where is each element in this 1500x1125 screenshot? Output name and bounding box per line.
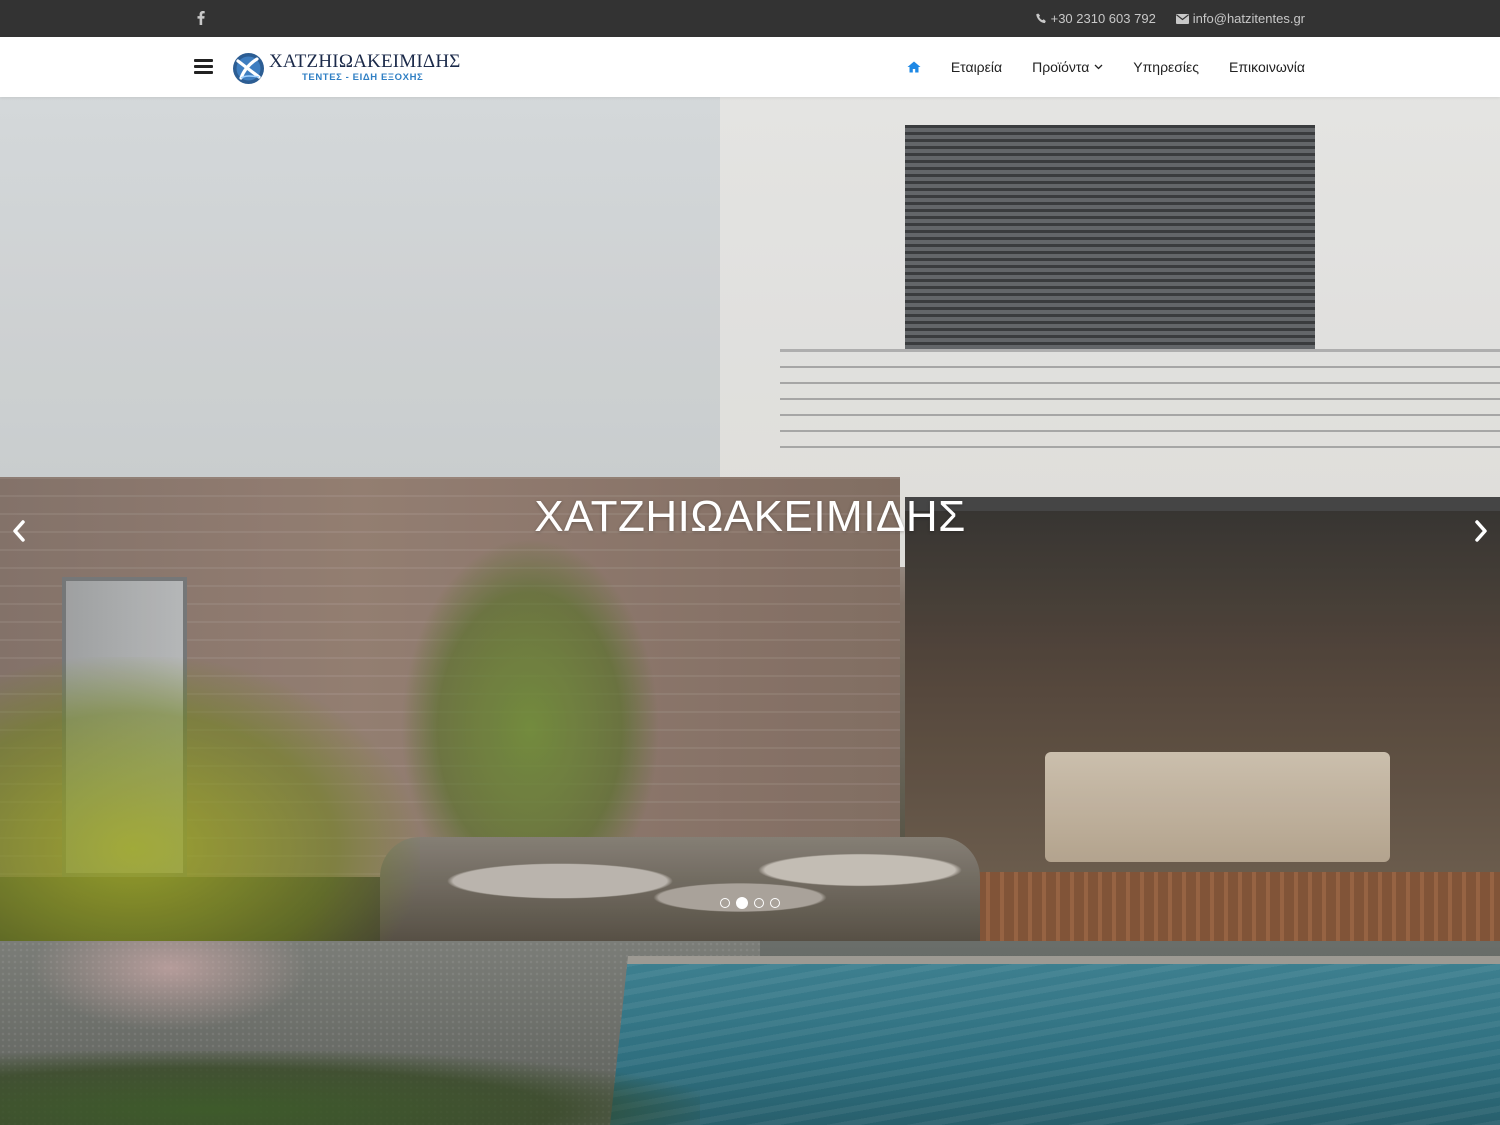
facebook-icon[interactable] [193, 9, 209, 27]
top-bar: +30 2310 603 792 info@hatzitentes.gr [0, 0, 1500, 37]
slider-dots [720, 897, 780, 909]
home-icon [907, 61, 921, 73]
nav-services-label: Υπηρεσίες [1133, 59, 1200, 75]
email-address: info@hatzitentes.gr [1192, 11, 1305, 26]
main-header: ΧΑΤΖΗΙΩΑΚΕΙΜΙΔΗΣ ΤΕΝΤΕΣ - ΕΙΔΗ ΕΞΟΧΗΣ Ετ… [0, 37, 1500, 97]
phone-contact[interactable]: +30 2310 603 792 [1035, 11, 1156, 26]
pool-section-image [0, 941, 1500, 1125]
nav-products-label: Προϊόντα [1032, 59, 1090, 75]
site-logo[interactable]: ΧΑΤΖΗΙΩΑΚΕΙΜΙΔΗΣ ΤΕΝΤΕΣ - ΕΙΔΗ ΕΞΟΧΗΣ [232, 48, 460, 88]
nav-contact[interactable]: Επικοινωνία [1229, 59, 1305, 75]
chevron-down-icon [1094, 64, 1103, 70]
nav-home[interactable] [907, 61, 921, 73]
main-nav: Εταιρεία Προϊόντα Υπηρεσίες Επικοινωνία [907, 37, 1305, 97]
slider-dot-2[interactable] [736, 897, 748, 909]
slider-dot-1[interactable] [720, 898, 730, 908]
slider-dot-3[interactable] [754, 898, 764, 908]
envelope-icon [1175, 13, 1189, 24]
nav-company-label: Εταιρεία [950, 59, 1003, 75]
hero-slider: ΧΑΤΖΗΙΩΑΚΕΙΜΙΔΗΣ [0, 97, 1500, 941]
pool-image [610, 956, 1500, 1125]
logo-emblem-icon [233, 52, 264, 84]
nav-products[interactable]: Προϊόντα [1032, 59, 1103, 75]
nav-company[interactable]: Εταιρεία [951, 59, 1002, 75]
chevron-right-icon [1475, 520, 1487, 542]
slider-dot-4[interactable] [770, 898, 780, 908]
logo-subtitle: ΤΕΝΤΕΣ - ΕΙΔΗ ΕΞΟΧΗΣ [302, 72, 424, 83]
top-contacts: +30 2310 603 792 info@hatzitentes.gr [1035, 0, 1305, 37]
nav-contact-label: Επικοινωνία [1229, 59, 1305, 75]
hero-title: ΧΑΤΖΗΙΩΑΚΕΙΜΙΔΗΣ [534, 492, 966, 541]
email-contact[interactable]: info@hatzitentes.gr [1175, 11, 1305, 26]
slider-prev-arrow[interactable] [9, 518, 29, 544]
slider-next-arrow[interactable] [1471, 518, 1491, 544]
logo-title: ΧΑΤΖΗΙΩΑΚΕΙΜΙΔΗΣ [269, 51, 461, 72]
hamburger-menu-icon[interactable] [194, 59, 213, 75]
phone-number: +30 2310 603 792 [1050, 11, 1156, 26]
chevron-left-icon [13, 520, 25, 542]
nav-services[interactable]: Υπηρεσίες [1133, 59, 1199, 75]
phone-icon [1035, 13, 1047, 24]
